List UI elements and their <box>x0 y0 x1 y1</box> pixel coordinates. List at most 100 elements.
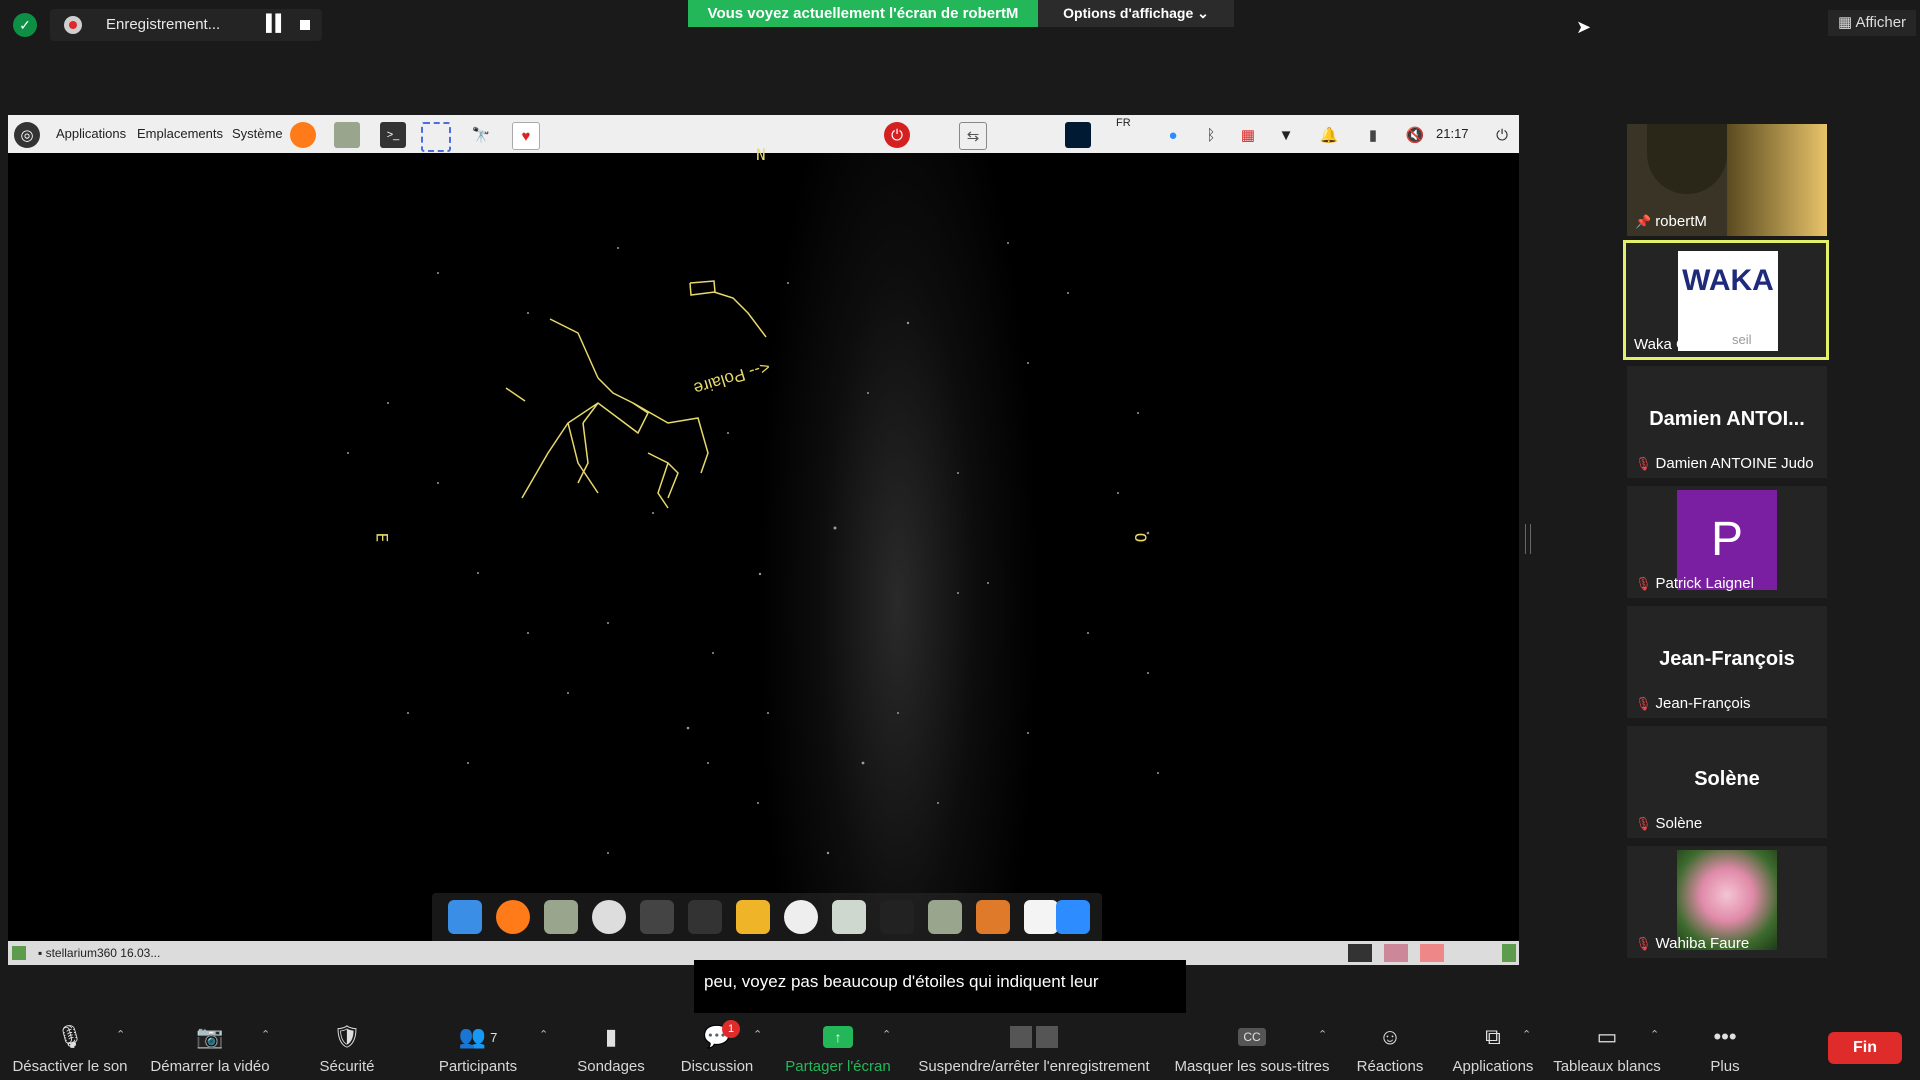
taskbar-window-stellarium[interactable]: ▪ stellarium360 16.03... <box>38 946 160 960</box>
bell-icon[interactable]: 🔔 <box>1316 122 1342 148</box>
screenshot-icon[interactable] <box>421 122 451 152</box>
logo-subtext: seil <box>1732 332 1752 347</box>
clock-dock-icon[interactable] <box>784 900 818 934</box>
finder-icon[interactable] <box>448 900 482 934</box>
end-meeting-button[interactable]: Fin <box>1828 1032 1902 1064</box>
power-red-icon[interactable]: ⏻ <box>884 122 910 148</box>
start-video-button[interactable]: 📷 Démarrer la vidéo <box>144 1020 276 1080</box>
clock: 21:17 <box>1436 126 1469 141</box>
participant-big-name: Damien ANTOI... <box>1649 408 1805 430</box>
stop-recording-icon[interactable] <box>300 20 310 30</box>
star-field <box>347 242 1159 855</box>
system-monitor-dock-icon[interactable] <box>640 900 674 934</box>
stellarium-sky[interactable]: <-- Polaire N E O <box>8 145 1519 941</box>
zoom-dock-icon[interactable] <box>1056 900 1090 934</box>
participant-name-text: Damien ANTOINE Judo <box>1655 455 1814 472</box>
captions-button[interactable]: CC Masquer les sous-titres <box>1172 1020 1332 1080</box>
chevron-down-icon: ⌄ <box>1197 5 1209 21</box>
cards-game-icon[interactable]: ♥ <box>512 122 540 150</box>
polls-button[interactable]: ▮ Sondages <box>568 1020 654 1080</box>
participant-tile-wahiba[interactable]: 🎙 Wahiba Faure <box>1627 846 1827 958</box>
recording-control-button[interactable]: Suspendre/arrêter l'enregistrement <box>910 1020 1158 1080</box>
apps-options-caret[interactable]: ⌃ <box>1522 1028 1531 1041</box>
security-button[interactable]: 🛡 Sécurité <box>307 1020 387 1080</box>
captions-options-caret[interactable]: ⌃ <box>1318 1028 1327 1041</box>
app-dock <box>432 893 1102 941</box>
bluetooth-icon[interactable]: ᛒ <box>1198 122 1224 148</box>
participants-button[interactable]: 👥 7 Participants <box>432 1020 524 1080</box>
settings-dock-icon[interactable] <box>592 900 626 934</box>
firefox-dock-icon[interactable] <box>496 900 530 934</box>
participant-name-text: Wahiba Faure <box>1655 935 1750 952</box>
workspace-2-icon[interactable] <box>1384 944 1408 962</box>
audio-options-caret[interactable]: ⌃ <box>116 1028 125 1041</box>
battery-icon[interactable]: ▮ <box>1360 122 1386 148</box>
text-editor-dock-icon[interactable] <box>1024 900 1058 934</box>
whiteboards-options-caret[interactable]: ⌃ <box>1650 1028 1659 1041</box>
menu-systeme[interactable]: Système <box>232 126 283 141</box>
video-off-icon: 📷 <box>196 1024 224 1049</box>
power-icon[interactable]: ⏻ <box>1489 122 1515 148</box>
ubuntu-logo-icon[interactable]: ◎ <box>14 122 40 148</box>
share-screen-button[interactable]: ↑ Partager l'écran <box>778 1020 898 1080</box>
terminal-icon[interactable]: >_ <box>380 122 406 148</box>
files-dock-icon[interactable] <box>544 900 578 934</box>
terminal-dock-icon[interactable] <box>688 900 722 934</box>
mute-label: Désactiver le son <box>12 1058 128 1075</box>
presentation-dock-icon[interactable] <box>976 900 1010 934</box>
window-switch-icon[interactable]: ⇆ <box>959 122 987 150</box>
zoom-tray-icon[interactable]: ● <box>1160 122 1186 148</box>
workspace-3-icon[interactable] <box>1420 944 1444 962</box>
reactions-button[interactable]: ☺ Réactions <box>1350 1020 1430 1080</box>
polls-label: Sondages <box>577 1058 645 1075</box>
volume-muted-icon[interactable]: 🔇 <box>1402 122 1428 148</box>
participant-tile-solene[interactable]: Solène 🎙 Solène <box>1627 726 1827 838</box>
participant-name-text: Solène <box>1655 815 1703 832</box>
shield-check-icon[interactable]: ✓ <box>13 13 37 37</box>
workspace-1-icon[interactable] <box>1348 944 1372 962</box>
wifi-icon[interactable]: ▼ <box>1273 122 1299 148</box>
show-desktop-icon[interactable] <box>12 946 26 960</box>
participant-tile-patrick[interactable]: P 🎙 Patrick Laignel <box>1627 486 1827 598</box>
view-options-button[interactable]: Options d'affichage ⌄ <box>1038 0 1234 27</box>
firefox-icon[interactable] <box>290 122 316 148</box>
taskbar-window-label: stellarium360 16.03... <box>45 946 161 960</box>
video-feed <box>1727 124 1827 236</box>
folder-dock-icon[interactable] <box>928 900 962 934</box>
chat-options-caret[interactable]: ⌃ <box>753 1028 762 1041</box>
menu-emplacements[interactable]: Emplacements <box>137 126 223 141</box>
panel-resize-handle[interactable] <box>1525 524 1531 554</box>
participant-tile-robertm[interactable]: 📌 robertM <box>1627 124 1827 236</box>
keyboard-layout[interactable]: FR <box>1116 117 1131 129</box>
mic-muted-icon: 🎙 <box>1635 456 1652 471</box>
whiteboards-button[interactable]: ▭ Tableaux blancs <box>1550 1020 1664 1080</box>
video-person <box>1647 124 1727 194</box>
participants-options-caret[interactable]: ⌃ <box>539 1028 548 1041</box>
stellarium-dock-icon[interactable] <box>880 900 914 934</box>
view-options-label: Options d'affichage <box>1063 5 1194 21</box>
participant-tile-jean-francois[interactable]: Jean-François 🎙 Jean-François <box>1627 606 1827 718</box>
trash-dock-icon[interactable] <box>832 900 866 934</box>
logo-text: WAKA <box>1682 264 1774 297</box>
participant-tile-damien[interactable]: Damien ANTOI... 🎙 Damien ANTOINE Judo <box>1627 366 1827 478</box>
grid-icon: ▦ <box>1837 14 1853 31</box>
pause-recording-icon[interactable]: ▌▌ <box>266 15 287 33</box>
video-options-caret[interactable]: ⌃ <box>261 1028 270 1041</box>
telescope-icon[interactable]: 🔭 <box>468 122 494 148</box>
participant-tile-waka-conseil[interactable]: WAKA seil Waka Conseil <box>1623 240 1829 360</box>
share-options-caret[interactable]: ⌃ <box>882 1028 891 1041</box>
more-button[interactable]: ••• Plus <box>1700 1020 1750 1080</box>
cloud-recording-icon <box>64 16 82 34</box>
chat-button[interactable]: 💬 1 Discussion <box>672 1020 762 1080</box>
menu-applications[interactable]: Applications <box>56 126 126 141</box>
calendar-icon[interactable]: ▦ <box>1235 122 1261 148</box>
more-label: Plus <box>1710 1058 1740 1075</box>
trash-tray-icon[interactable] <box>1502 944 1516 962</box>
calculator-dock-icon[interactable] <box>736 900 770 934</box>
mute-button[interactable]: 🎙 Désactiver le son <box>8 1020 132 1080</box>
recording-indicator: Enregistrement... ▌▌ <box>50 9 322 41</box>
files-icon[interactable] <box>334 122 360 148</box>
view-toggle-button[interactable]: ▦ Afficher <box>1828 10 1916 36</box>
apps-label: Applications <box>1452 1058 1534 1075</box>
shared-screen: ◎ Applications Emplacements Système >_ 🔭… <box>8 115 1519 965</box>
